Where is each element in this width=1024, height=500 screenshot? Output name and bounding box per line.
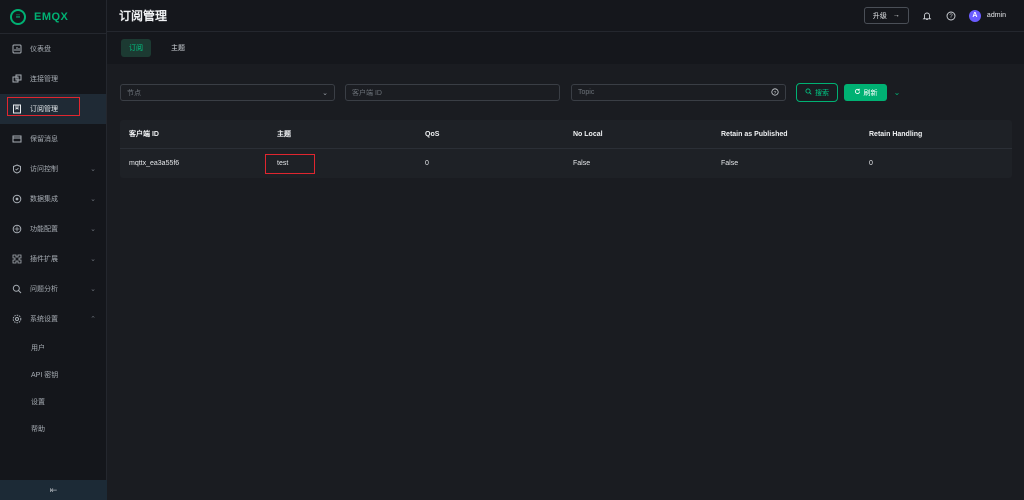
chevron-down-icon: ⌄ bbox=[90, 256, 96, 263]
sidebar-item-label: 插件扩展 bbox=[30, 256, 58, 263]
client-id-cell[interactable]: mqttx_ea3a55f6 bbox=[120, 160, 268, 167]
dashboard-icon bbox=[12, 44, 22, 54]
sidebar-item-config[interactable]: 功能配置 ⌄ bbox=[0, 214, 106, 244]
client-id-placeholder: 客户端 ID bbox=[352, 89, 382, 97]
search-icon bbox=[805, 88, 812, 97]
help-icon[interactable]: ? bbox=[945, 10, 957, 22]
node-select[interactable]: 节点 ⌄ bbox=[120, 84, 335, 101]
sidebar-item-subscriptions[interactable]: 订阅管理 bbox=[0, 94, 106, 124]
tab-topics[interactable]: 主题 bbox=[163, 39, 193, 57]
topic-input[interactable]: Topic ? bbox=[571, 84, 786, 101]
refresh-label: 刷新 bbox=[863, 89, 878, 97]
sidebar-item-integration[interactable]: 数据集成 ⌄ bbox=[0, 184, 106, 214]
avatar[interactable]: A bbox=[968, 9, 981, 22]
chevron-down-icon: ⌄ bbox=[90, 166, 96, 173]
user-name[interactable]: admin bbox=[987, 12, 1006, 19]
logo[interactable]: ≡ EMQX bbox=[0, 0, 106, 34]
topic-placeholder: Topic bbox=[578, 89, 595, 96]
column-header: No Local bbox=[573, 130, 603, 138]
sidebar-item-connections[interactable]: 连接管理 bbox=[0, 64, 106, 94]
subscriptions-icon bbox=[12, 104, 22, 114]
sidebar-item-dashboard[interactable]: 仪表盘 bbox=[0, 34, 106, 64]
filter-bar: 节点 ⌄ 客户端 ID Topic ? 搜索 刷新 ⌄ bbox=[120, 83, 1012, 103]
column-header: Retain as Published bbox=[721, 130, 788, 138]
sidebar-item-label: 仪表盘 bbox=[30, 46, 51, 53]
sidebar-item-diagnose[interactable]: 问题分析 ⌄ bbox=[0, 274, 106, 304]
column-header: Retain Handling bbox=[869, 130, 923, 138]
sidebar: ≡ EMQX 仪表盘 连接管理 订阅管理 保留消息 访问控制 ⌄ 数据集成 ⌄ bbox=[0, 0, 107, 500]
no-local-cell: False bbox=[573, 160, 591, 167]
chevron-down-icon: ⌄ bbox=[90, 226, 96, 233]
upgrade-button[interactable]: 升级 → bbox=[863, 7, 909, 24]
table-row[interactable]: mqttx_ea3a55f6 test 0 False False 0 bbox=[120, 149, 1012, 178]
chevron-down-icon: ⌄ bbox=[90, 196, 96, 203]
tab-bar: 订阅 主题 bbox=[107, 32, 1024, 64]
chevron-down-icon: ⌄ bbox=[322, 89, 328, 97]
diagnose-icon bbox=[12, 284, 22, 294]
client-id-input[interactable]: 客户端 ID bbox=[345, 84, 560, 101]
node-placeholder: 节点 bbox=[127, 89, 141, 97]
subscriptions-table: 客户端 ID 主题 QoS No Local Retain as Publish… bbox=[120, 120, 1012, 178]
sidebar-item-label: 访问控制 bbox=[30, 166, 58, 173]
integration-icon bbox=[12, 194, 22, 204]
sidebar-item-retained[interactable]: 保留消息 bbox=[0, 124, 106, 154]
page-title: 订阅管理 bbox=[119, 9, 168, 23]
column-header: QoS bbox=[425, 130, 440, 138]
sidebar-nav: 仪表盘 连接管理 订阅管理 保留消息 访问控制 ⌄ 数据集成 ⌄ 功能配置 ⌄ bbox=[0, 34, 106, 442]
sidebar-item-label: 系统设置 bbox=[30, 316, 58, 323]
sidebar-subitem-users[interactable]: 用户 bbox=[0, 334, 106, 361]
plugin-icon bbox=[12, 254, 22, 264]
sidebar-item-label: 保留消息 bbox=[30, 136, 58, 143]
chevron-down-icon: ⌄ bbox=[90, 286, 96, 293]
retain-as-published-cell: False bbox=[721, 160, 739, 167]
sidebar-item-label: 功能配置 bbox=[30, 226, 58, 233]
table-header-row: 客户端 ID 主题 QoS No Local Retain as Publish… bbox=[120, 120, 1012, 149]
settings-icon bbox=[12, 314, 22, 324]
connections-icon bbox=[12, 74, 22, 84]
sidebar-item-plugins[interactable]: 插件扩展 ⌄ bbox=[0, 244, 106, 274]
sidebar-collapse-button[interactable]: ⇤ bbox=[0, 480, 107, 500]
retain-handling-cell: 0 bbox=[869, 160, 873, 167]
qos-cell: 0 bbox=[425, 160, 429, 167]
header-actions: 升级 → ? A admin bbox=[863, 7, 1024, 24]
chevron-up-icon: ⌃ bbox=[90, 316, 96, 323]
topic-help-icon: ? bbox=[771, 87, 779, 98]
sidebar-item-label: 数据集成 bbox=[30, 196, 58, 203]
sidebar-item-label: 订阅管理 bbox=[30, 106, 58, 113]
bell-icon[interactable] bbox=[921, 10, 933, 22]
sidebar-item-access-control[interactable]: 访问控制 ⌄ bbox=[0, 154, 106, 184]
refresh-button[interactable]: 刷新 bbox=[844, 84, 887, 101]
arrow-right-icon: → bbox=[892, 12, 900, 19]
sidebar-item-label: 问题分析 bbox=[30, 286, 58, 293]
sidebar-subitem-api-keys[interactable]: API 密钥 bbox=[0, 361, 106, 388]
brand-name: EMQX bbox=[34, 10, 69, 23]
emqx-logo-icon: ≡ bbox=[10, 8, 26, 25]
sidebar-subitem-help[interactable]: 帮助 bbox=[0, 415, 106, 442]
upgrade-label: 升级 bbox=[872, 12, 887, 20]
retained-icon bbox=[12, 134, 22, 144]
tab-subscriptions[interactable]: 订阅 bbox=[121, 39, 151, 57]
column-header: 客户端 ID bbox=[129, 131, 159, 138]
column-header: 主题 bbox=[277, 131, 291, 138]
collapse-icon: ⇤ bbox=[49, 484, 58, 495]
sidebar-item-system-settings[interactable]: 系统设置 ⌃ bbox=[0, 304, 106, 334]
config-icon bbox=[12, 224, 22, 234]
sidebar-item-label: 连接管理 bbox=[30, 76, 58, 83]
top-header: 订阅管理 升级 → ? A admin bbox=[107, 0, 1024, 32]
search-button[interactable]: 搜索 bbox=[796, 83, 838, 102]
svg-text:?: ? bbox=[774, 89, 777, 95]
shield-icon bbox=[12, 164, 22, 174]
refresh-icon bbox=[854, 88, 861, 97]
sidebar-subitem-settings[interactable]: 设置 bbox=[0, 388, 106, 415]
expand-filters-chevron-icon[interactable]: ⌄ bbox=[892, 87, 902, 97]
topic-cell: test bbox=[277, 160, 289, 167]
search-label: 搜索 bbox=[815, 89, 829, 97]
